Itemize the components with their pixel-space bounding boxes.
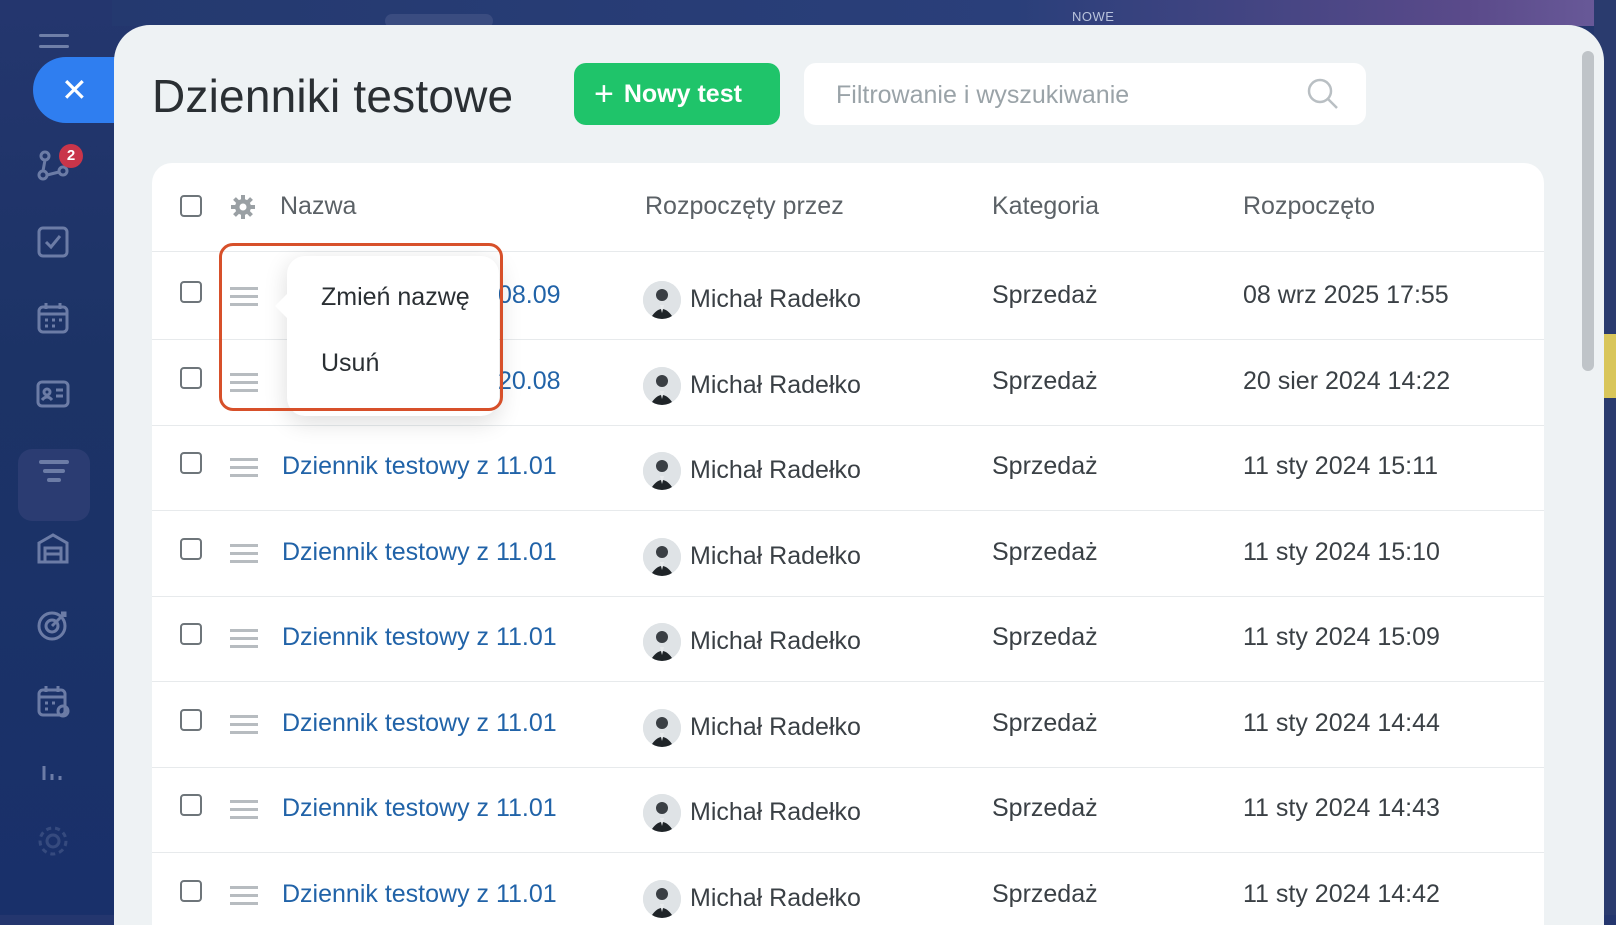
settings-icon[interactable] (34, 822, 72, 860)
avatar (643, 281, 681, 319)
category-text: Sprzedaż (992, 367, 1098, 396)
started-date-text: 20 sier 2024 14:22 (1243, 367, 1450, 396)
drag-handle-icon[interactable] (230, 886, 258, 910)
new-test-button[interactable]: + Nowy test (574, 63, 780, 125)
started-by-text[interactable]: Michał Radełko (690, 285, 861, 314)
started-date-text: 11 sty 2024 15:10 (1243, 538, 1440, 567)
category-text: Sprzedaż (992, 623, 1098, 652)
started-by-text[interactable]: Michał Radełko (690, 542, 861, 571)
menu-highlight-frame (219, 243, 503, 411)
table-row[interactable]: Dziennik testowy z 11.01 Michał Radełko Sp… (152, 850, 1544, 925)
target-icon[interactable] (34, 606, 72, 644)
drag-handle-icon[interactable] (230, 800, 258, 824)
avatar (643, 623, 681, 661)
log-name-link[interactable]: Dziennik testowy z 11.01 (282, 452, 557, 481)
table-row[interactable]: Dziennik testowy z 11.01 Michał Radełko Sp… (152, 764, 1544, 853)
table-row[interactable]: Dziennik testowy z 11.01 Michał Radełko Sp… (152, 593, 1544, 682)
category-text: Sprzedaż (992, 281, 1098, 310)
row-checkbox[interactable] (180, 623, 202, 645)
chart-icon[interactable] (34, 752, 72, 790)
select-all-checkbox[interactable] (180, 195, 202, 217)
drag-handle-icon[interactable] (230, 629, 258, 653)
column-header-name[interactable]: Nazwa (280, 192, 356, 221)
new-test-label: Nowy test (624, 80, 742, 108)
column-header-started[interactable]: Rozpoczęto (1243, 192, 1375, 221)
archive-icon[interactable] (34, 530, 72, 568)
table-row[interactable]: Dziennik testowy z 11.01 Michał Radełko Sp… (152, 508, 1544, 597)
table-row[interactable]: Dziennik testowy z 11.01 Michał Radełko Sp… (152, 679, 1544, 768)
background-top-strip: NOWE (112, 0, 1616, 26)
drag-handle-icon[interactable] (230, 458, 258, 482)
schedule-icon[interactable] (34, 682, 72, 720)
plus-icon: + (594, 75, 614, 113)
avatar (643, 880, 681, 918)
search-icon[interactable] (1306, 77, 1340, 111)
funnel-icon[interactable] (35, 452, 73, 490)
drag-handle-icon[interactable] (230, 715, 258, 739)
started-by-text[interactable]: Michał Radełko (690, 371, 861, 400)
table-row[interactable]: Dziennik testowy z 11.01 Michał Radełko Sp… (152, 422, 1544, 511)
gear-icon[interactable] (229, 193, 257, 221)
started-date-text: 08 wrz 2025 17:55 (1243, 281, 1449, 310)
started-date-text: 11 sty 2024 14:43 (1243, 794, 1440, 823)
row-checkbox[interactable] (180, 880, 202, 902)
category-text: Sprzedaż (992, 538, 1098, 567)
avatar (643, 452, 681, 490)
started-date-text: 11 sty 2024 15:09 (1243, 623, 1440, 652)
close-icon: ✕ (61, 72, 88, 108)
scrollbar[interactable] (1582, 51, 1594, 371)
category-text: Sprzedaż (992, 880, 1098, 909)
started-date-text: 11 sty 2024 14:42 (1243, 880, 1440, 909)
started-by-text[interactable]: Michał Radełko (690, 884, 861, 913)
page-title: Dzienniki testowe (152, 69, 513, 123)
drag-handle-icon[interactable] (230, 544, 258, 568)
started-by-text[interactable]: Michał Radełko (690, 627, 861, 656)
log-name-link[interactable]: Dziennik testowy z 11.01 (282, 880, 557, 909)
log-name-link[interactable]: Dziennik testowy z 11.01 (282, 623, 557, 652)
started-by-text[interactable]: Michał Radełko (690, 456, 861, 485)
started-date-text: 11 sty 2024 15:11 (1243, 452, 1438, 481)
column-header-category[interactable]: Kategoria (992, 192, 1099, 221)
avatar (643, 709, 681, 747)
started-date-text: 11 sty 2024 14:44 (1243, 709, 1440, 738)
notification-badge: 2 (59, 144, 83, 168)
new-label: NOWE (1072, 9, 1114, 24)
log-name-link[interactable]: 08.09 (498, 281, 561, 310)
row-checkbox[interactable] (180, 452, 202, 474)
started-by-text[interactable]: Michał Radełko (690, 798, 861, 827)
main-panel: Dzienniki testowe + Nowy test Nazwa Rozpo… (114, 25, 1604, 925)
log-name-link[interactable]: Dziennik testowy z 11.01 (282, 709, 557, 738)
column-header-started-by[interactable]: Rozpoczęty przez (645, 192, 844, 221)
close-button[interactable]: ✕ (33, 57, 117, 123)
category-text: Sprzedaż (992, 709, 1098, 738)
search-box (804, 63, 1366, 125)
calendar-icon[interactable] (34, 299, 72, 337)
left-sidebar: ✕ 2 (0, 0, 112, 915)
search-input[interactable] (834, 80, 1278, 111)
category-text: Sprzedaż (992, 452, 1098, 481)
log-name-link[interactable]: 20.08 (498, 367, 561, 396)
contact-card-icon[interactable] (34, 375, 72, 413)
row-checkbox[interactable] (180, 367, 202, 389)
avatar (643, 367, 681, 405)
table-header: Nazwa Rozpoczęty przez Kategoria Rozpocz… (152, 163, 1544, 252)
row-checkbox[interactable] (180, 538, 202, 560)
avatar (643, 538, 681, 576)
row-checkbox[interactable] (180, 281, 202, 303)
row-checkbox[interactable] (180, 794, 202, 816)
row-checkbox[interactable] (180, 709, 202, 731)
avatar (643, 794, 681, 832)
category-text: Sprzedaż (992, 794, 1098, 823)
menu-icon[interactable] (39, 34, 69, 56)
log-name-link[interactable]: Dziennik testowy z 11.01 (282, 794, 557, 823)
started-by-text[interactable]: Michał Radełko (690, 713, 861, 742)
log-name-link[interactable]: Dziennik testowy z 11.01 (282, 538, 557, 567)
task-check-icon[interactable] (34, 223, 72, 261)
